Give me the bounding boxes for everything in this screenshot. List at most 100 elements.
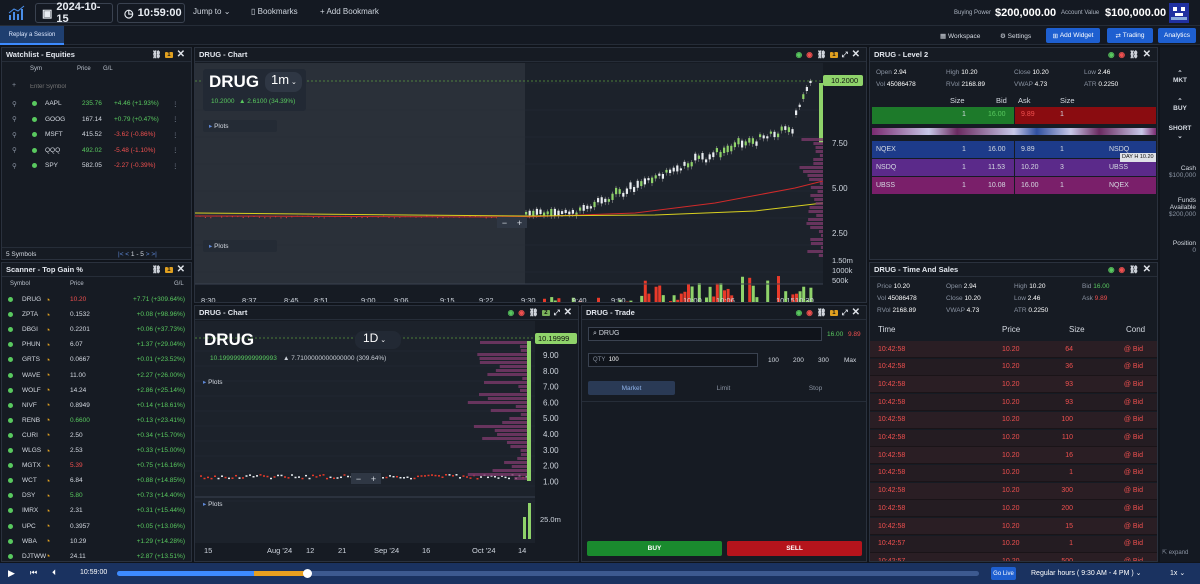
scanner-row[interactable]: WLGS ◔ 2.53 +0.33 (+15.00%) xyxy=(2,443,191,458)
go-live-button[interactable]: Go Live xyxy=(991,567,1016,580)
add-bookmark-button[interactable]: + Add Bookmark xyxy=(320,7,379,16)
more-icon[interactable]: ⋮ xyxy=(172,131,179,139)
watchlist-row[interactable]: ⚲ GOOG 167.14 +0.79 (+0.47%) ⋮ xyxy=(2,112,191,128)
more-icon[interactable]: ⋮ xyxy=(172,146,179,154)
scanner-row[interactable]: NIVF ◔ 0.8949 +0.14 (+18.61%) xyxy=(2,398,191,413)
tab-market[interactable]: Market xyxy=(588,381,675,395)
link-icon[interactable]: ⛓ xyxy=(1129,50,1139,59)
close-icon[interactable]: ✕ xyxy=(852,307,860,318)
scanner-row[interactable]: ZPTA ◔ 0.1532 +0.08 (+98.96%) xyxy=(2,307,191,322)
playback-progress[interactable] xyxy=(117,569,979,578)
link-icon[interactable]: ⛓ xyxy=(152,50,162,59)
watchlist-row[interactable]: ⚲ QQQ 492.02 -5.48 (-1.10%) ⋮ xyxy=(2,143,191,159)
scanner-row[interactable]: PHUN ◔ 6.07 +1.37 (+29.04%) xyxy=(2,337,191,352)
watchlist-row[interactable]: ⚲ SPY 582.05 -2.27 (-0.39%) ⋮ xyxy=(2,158,191,174)
plots-button[interactable]: ▸ Plots xyxy=(203,378,223,386)
skip-back-icon[interactable]: ⏮ xyxy=(30,568,37,578)
link-icon[interactable]: ⛓ xyxy=(817,308,827,317)
quick-buy-button[interactable]: ⌃ BUY xyxy=(1160,97,1200,112)
more-icon[interactable]: ⋮ xyxy=(172,162,179,170)
scanner-row[interactable]: WAVE ◔ 11.00 +2.27 (+26.00%) xyxy=(2,368,191,383)
settings-button[interactable]: ⚙ Settings xyxy=(1000,32,1031,40)
link-icon[interactable]: ⛓ xyxy=(152,265,162,274)
link-icon[interactable]: ⛓ xyxy=(817,50,827,59)
close-icon[interactable]: ✕ xyxy=(852,49,860,60)
play-icon[interactable]: ▶ xyxy=(8,568,15,579)
scanner-row[interactable]: GRTS ◔ 0.0667 +0.01 (+23.52%) xyxy=(2,352,191,367)
qty-preset-200[interactable]: 200 xyxy=(793,357,804,364)
pin-icon[interactable]: ⚲ xyxy=(12,115,17,123)
pagination[interactable]: |< < 1 - 5 > >| xyxy=(118,251,157,258)
trading-button[interactable]: ⇄ Trading xyxy=(1107,28,1153,43)
qty-preset-100[interactable]: 100 xyxy=(768,357,779,364)
mkt-order-button[interactable]: ⌃ MKT xyxy=(1160,69,1200,84)
more-icon[interactable]: ⋮ xyxy=(172,100,179,108)
quantity-field[interactable]: QTY 100 xyxy=(588,353,758,367)
close-icon[interactable]: ✕ xyxy=(1143,49,1151,60)
chart2-interval-selector[interactable]: 1D ⌄ xyxy=(355,331,401,349)
scanner-row[interactable]: WCT ◔ 6.84 +0.88 (+14.85%) xyxy=(2,473,191,488)
add-symbol-row[interactable]: + xyxy=(2,80,191,94)
y-tick-label: 2.50 xyxy=(832,229,848,238)
avatar[interactable] xyxy=(1169,3,1189,23)
candle xyxy=(445,474,447,476)
step-back-icon[interactable]: ⏴ xyxy=(52,568,56,578)
volume-plots-button[interactable]: ▸ Plots xyxy=(203,240,277,252)
link-icon[interactable]: ⛓ xyxy=(529,308,539,317)
close-icon[interactable]: ✕ xyxy=(564,307,572,318)
close-icon[interactable]: ✕ xyxy=(177,49,185,60)
maximize-icon[interactable]: ⤢ xyxy=(842,50,848,60)
watchlist-row[interactable]: ⚲ AAPL 235.76 +4.46 (+1.93%) ⋮ xyxy=(2,96,191,112)
link-icon[interactable]: ⛓ xyxy=(1129,265,1139,274)
maximize-icon[interactable]: ⤢ xyxy=(554,308,560,318)
qty-preset-300[interactable]: 300 xyxy=(818,357,829,364)
more-icon[interactable]: ⋮ xyxy=(172,115,179,123)
session-selector[interactable]: Regular hours ( 9:30 AM - 4 PM ) ⌄ xyxy=(1031,569,1142,577)
scanner-row[interactable]: UPC ◔ 0.3957 +0.05 (+13.06%) xyxy=(2,519,191,534)
expand-button[interactable]: ⇱ expand xyxy=(1162,549,1188,556)
pin-icon[interactable]: ⚲ xyxy=(12,131,17,139)
scanner-row[interactable]: WBA ◔ 10.29 +1.29 (+14.28%) xyxy=(2,534,191,549)
watchlist-row[interactable]: ⚲ MSFT 415.52 -3.62 (-0.86%) ⋮ xyxy=(2,127,191,143)
scanner-row[interactable]: DRUG ◔ 10.20 +7.71 (+309.64%) xyxy=(2,292,191,307)
scanner-row[interactable]: DJTWW ◔ 24.11 +2.87 (+13.51%) xyxy=(2,549,191,561)
progress-handle[interactable] xyxy=(302,569,312,578)
sell-button[interactable]: SELL xyxy=(727,541,862,556)
time-picker[interactable]: ◷ 10:59:00 xyxy=(117,3,185,23)
maximize-icon[interactable]: ⤢ xyxy=(842,308,848,318)
scanner-row[interactable]: DBGI ◔ 0.2201 +0.06 (+37.73%) xyxy=(2,322,191,337)
trade-symbol-input[interactable]: ⌕ DRUG xyxy=(588,327,822,341)
quick-short-button[interactable]: SHORT ⌄ xyxy=(1160,125,1200,140)
pin-icon[interactable]: ⚲ xyxy=(12,146,17,154)
zoom-controls[interactable]: − + xyxy=(351,473,381,484)
app-logo-icon[interactable] xyxy=(8,5,26,21)
buy-button[interactable]: BUY xyxy=(587,541,722,556)
scanner-row[interactable]: MGTX ◔ 5.39 +0.75 (+16.16%) xyxy=(2,458,191,473)
workspace-button[interactable]: ▦ Workspace xyxy=(940,32,980,40)
add-widget-button[interactable]: ⊞ Add Widget xyxy=(1046,28,1100,43)
bookmarks-button[interactable]: ▯ Bookmarks xyxy=(251,7,298,16)
replay-session-tab[interactable]: Replay a Session xyxy=(0,26,64,45)
scanner-row[interactable]: RENB ◔ 0.6600 +0.13 (+23.41%) xyxy=(2,413,191,428)
speed-selector[interactable]: 1x ⌄ xyxy=(1170,569,1185,577)
close-icon[interactable]: ✕ xyxy=(1143,264,1151,275)
zoom-controls[interactable]: − + xyxy=(497,217,527,228)
candle xyxy=(535,208,538,215)
volume-plots-button[interactable]: ▸ Plots xyxy=(203,500,223,508)
symbol-input[interactable] xyxy=(30,81,150,92)
jump-to-menu[interactable]: Jump to ⌄ xyxy=(193,7,230,16)
scanner-row[interactable]: CURI ◔ 2.50 +0.34 (+15.70%) xyxy=(2,428,191,443)
pin-icon[interactable]: ⚲ xyxy=(12,100,17,108)
close-icon[interactable]: ✕ xyxy=(177,264,185,275)
interval-selector[interactable]: 1m ⌄ xyxy=(265,72,302,92)
analytics-button[interactable]: Analytics xyxy=(1158,28,1196,43)
scanner-row[interactable]: IMRX ◔ 2.31 +0.31 (+15.44%) xyxy=(2,503,191,518)
qty-preset-max[interactable]: Max xyxy=(844,357,856,364)
tab-limit[interactable]: Limit xyxy=(680,381,767,395)
tab-stop[interactable]: Stop xyxy=(772,381,859,395)
pin-icon[interactable]: ⚲ xyxy=(12,162,17,170)
scanner-row[interactable]: DSY ◔ 5.80 +0.73 (+14.40%) xyxy=(2,488,191,503)
plots-button[interactable]: ▸ Plots xyxy=(203,120,277,132)
date-picker[interactable]: ▣ 2024-10-15 xyxy=(35,1,113,25)
scanner-row[interactable]: WOLF ◔ 14.24 +2.86 (+25.14%) xyxy=(2,383,191,398)
